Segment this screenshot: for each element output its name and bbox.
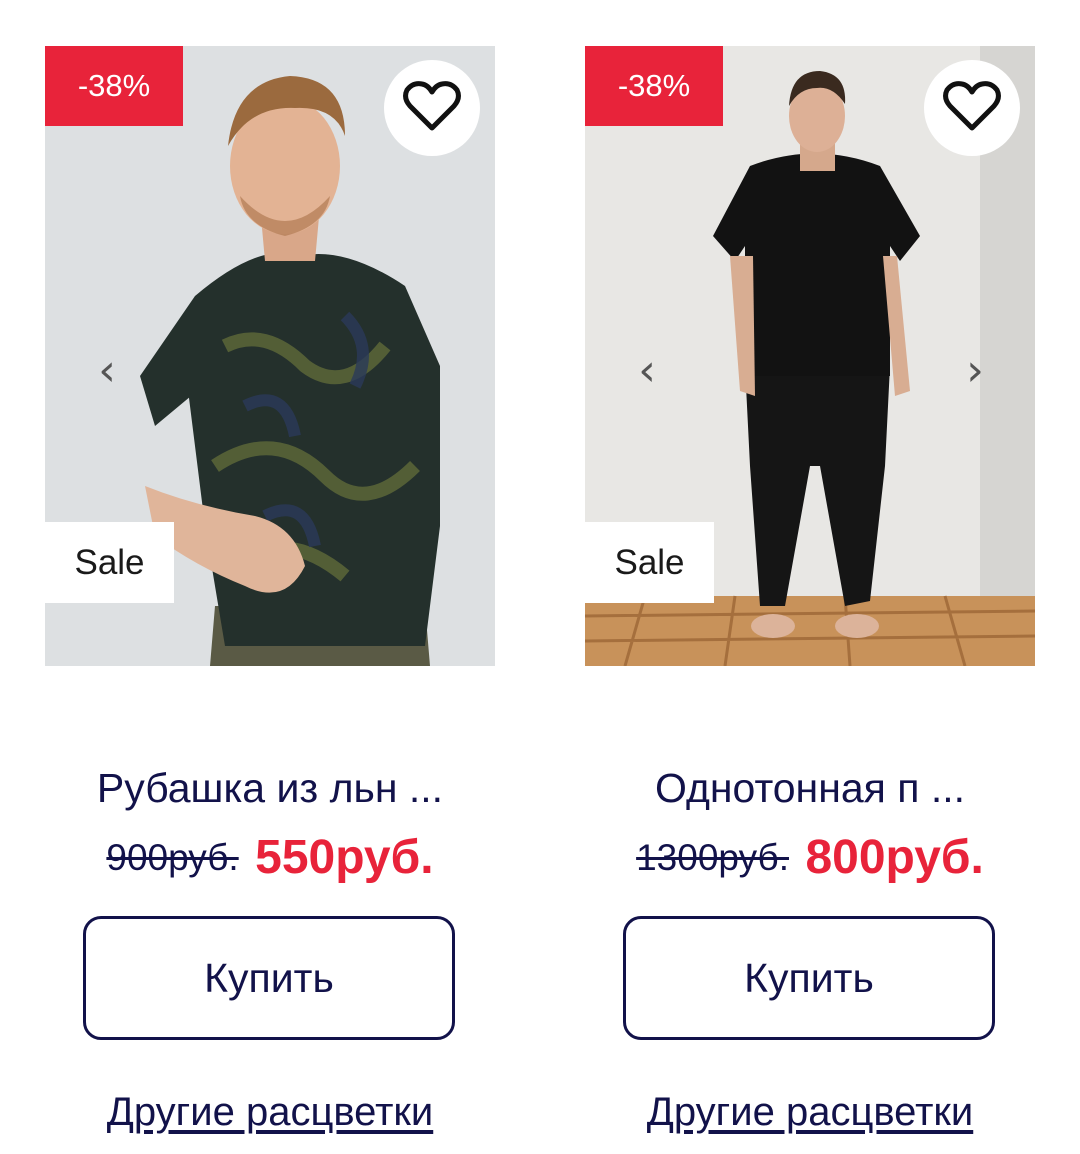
new-price: 550руб. bbox=[255, 831, 434, 884]
favorite-button[interactable] bbox=[384, 60, 480, 156]
other-colors-link[interactable]: Другие расцветки bbox=[45, 1090, 495, 1135]
chevron-left-icon[interactable]: ‹ bbox=[627, 340, 667, 400]
price-row: 900руб. 550руб. bbox=[45, 830, 495, 885]
other-colors-link[interactable]: Другие расцветки bbox=[585, 1090, 1035, 1135]
new-price: 800руб. bbox=[805, 831, 984, 884]
old-price: 1300руб. bbox=[636, 836, 789, 878]
old-price: 900руб. bbox=[106, 836, 239, 878]
sale-badge: Sale bbox=[45, 522, 174, 603]
buy-button[interactable]: Купить bbox=[83, 916, 455, 1040]
discount-badge: -38% bbox=[585, 46, 723, 126]
chevron-right-icon[interactable]: › bbox=[955, 340, 995, 400]
heart-icon bbox=[403, 80, 461, 137]
buy-button[interactable]: Купить bbox=[623, 916, 995, 1040]
product-card: -38% ‹ › Sale Однотонная п ... 1300руб. … bbox=[585, 0, 1035, 1154]
chevron-left-icon[interactable]: ‹ bbox=[87, 340, 127, 400]
sale-badge: Sale bbox=[585, 522, 714, 603]
favorite-button[interactable] bbox=[924, 60, 1020, 156]
heart-icon bbox=[943, 80, 1001, 137]
product-card: -38% ‹ Sale Рубашка из льн ... 900руб. 5… bbox=[45, 0, 495, 1154]
price-row: 1300руб. 800руб. bbox=[585, 830, 1035, 885]
product-title[interactable]: Однотонная п ... bbox=[585, 765, 1035, 812]
discount-badge: -38% bbox=[45, 46, 183, 126]
product-title[interactable]: Рубашка из льн ... bbox=[45, 765, 495, 812]
